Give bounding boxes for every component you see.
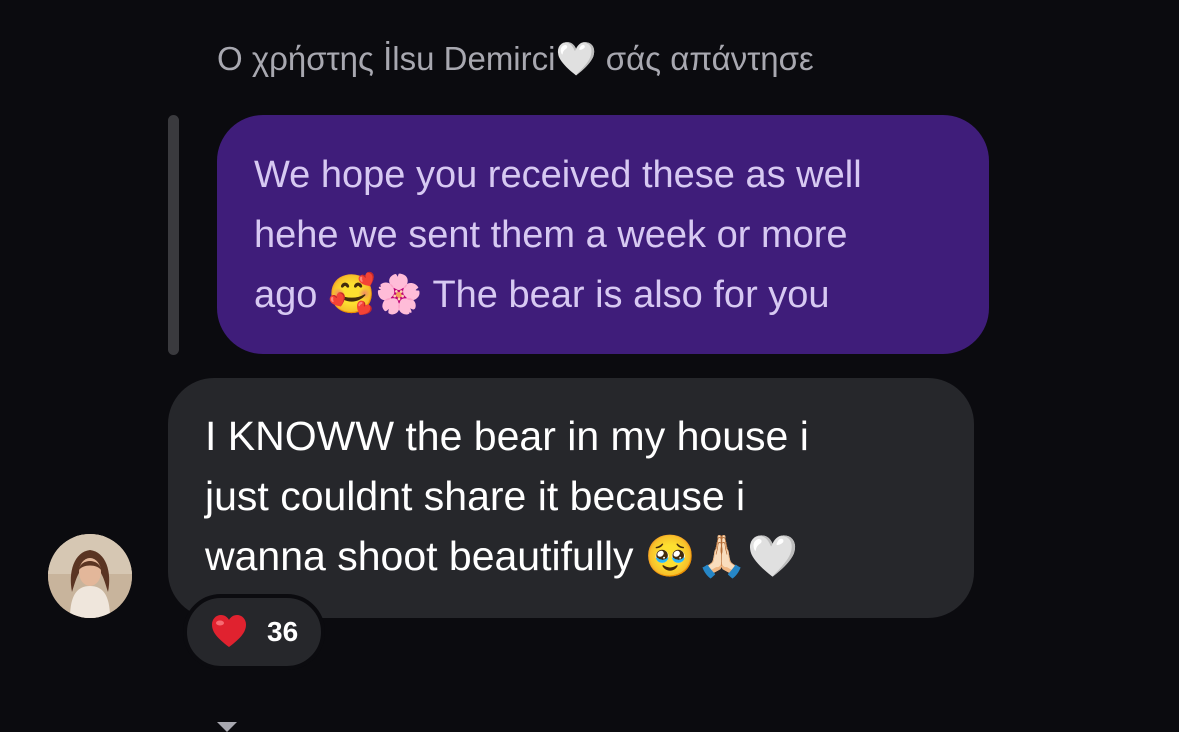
avatar[interactable] (48, 534, 132, 618)
quoted-message-bubble[interactable]: We hope you received these as well hehe … (217, 115, 989, 354)
message-line: I KNOWW the bear in my house i (205, 413, 809, 459)
reaction-pill[interactable]: 36 (183, 594, 325, 670)
reply-header: Ο χρήστης İlsu Demirci🤍 σάς απάντησε (217, 40, 814, 77)
message-bubble[interactable]: I KNOWW the bear in my house i just coul… (168, 378, 974, 618)
quoted-message-line: hehe we sent them a week or more (254, 214, 848, 256)
message-line: just couldnt share it because i (205, 473, 746, 519)
quoted-message-line: We hope you received these as well (254, 154, 862, 196)
heart-icon (212, 615, 246, 647)
quote-indicator-bar (168, 115, 179, 355)
profile-photo-icon (48, 534, 132, 618)
message-line: wanna shoot beautifully 🥹🙏🏻🤍 (205, 533, 799, 579)
reply-indicator-icon (217, 722, 237, 732)
quoted-message-line: ago 🥰🌸 The bear is also for you (254, 274, 830, 316)
reaction-count: 36 (267, 616, 299, 647)
